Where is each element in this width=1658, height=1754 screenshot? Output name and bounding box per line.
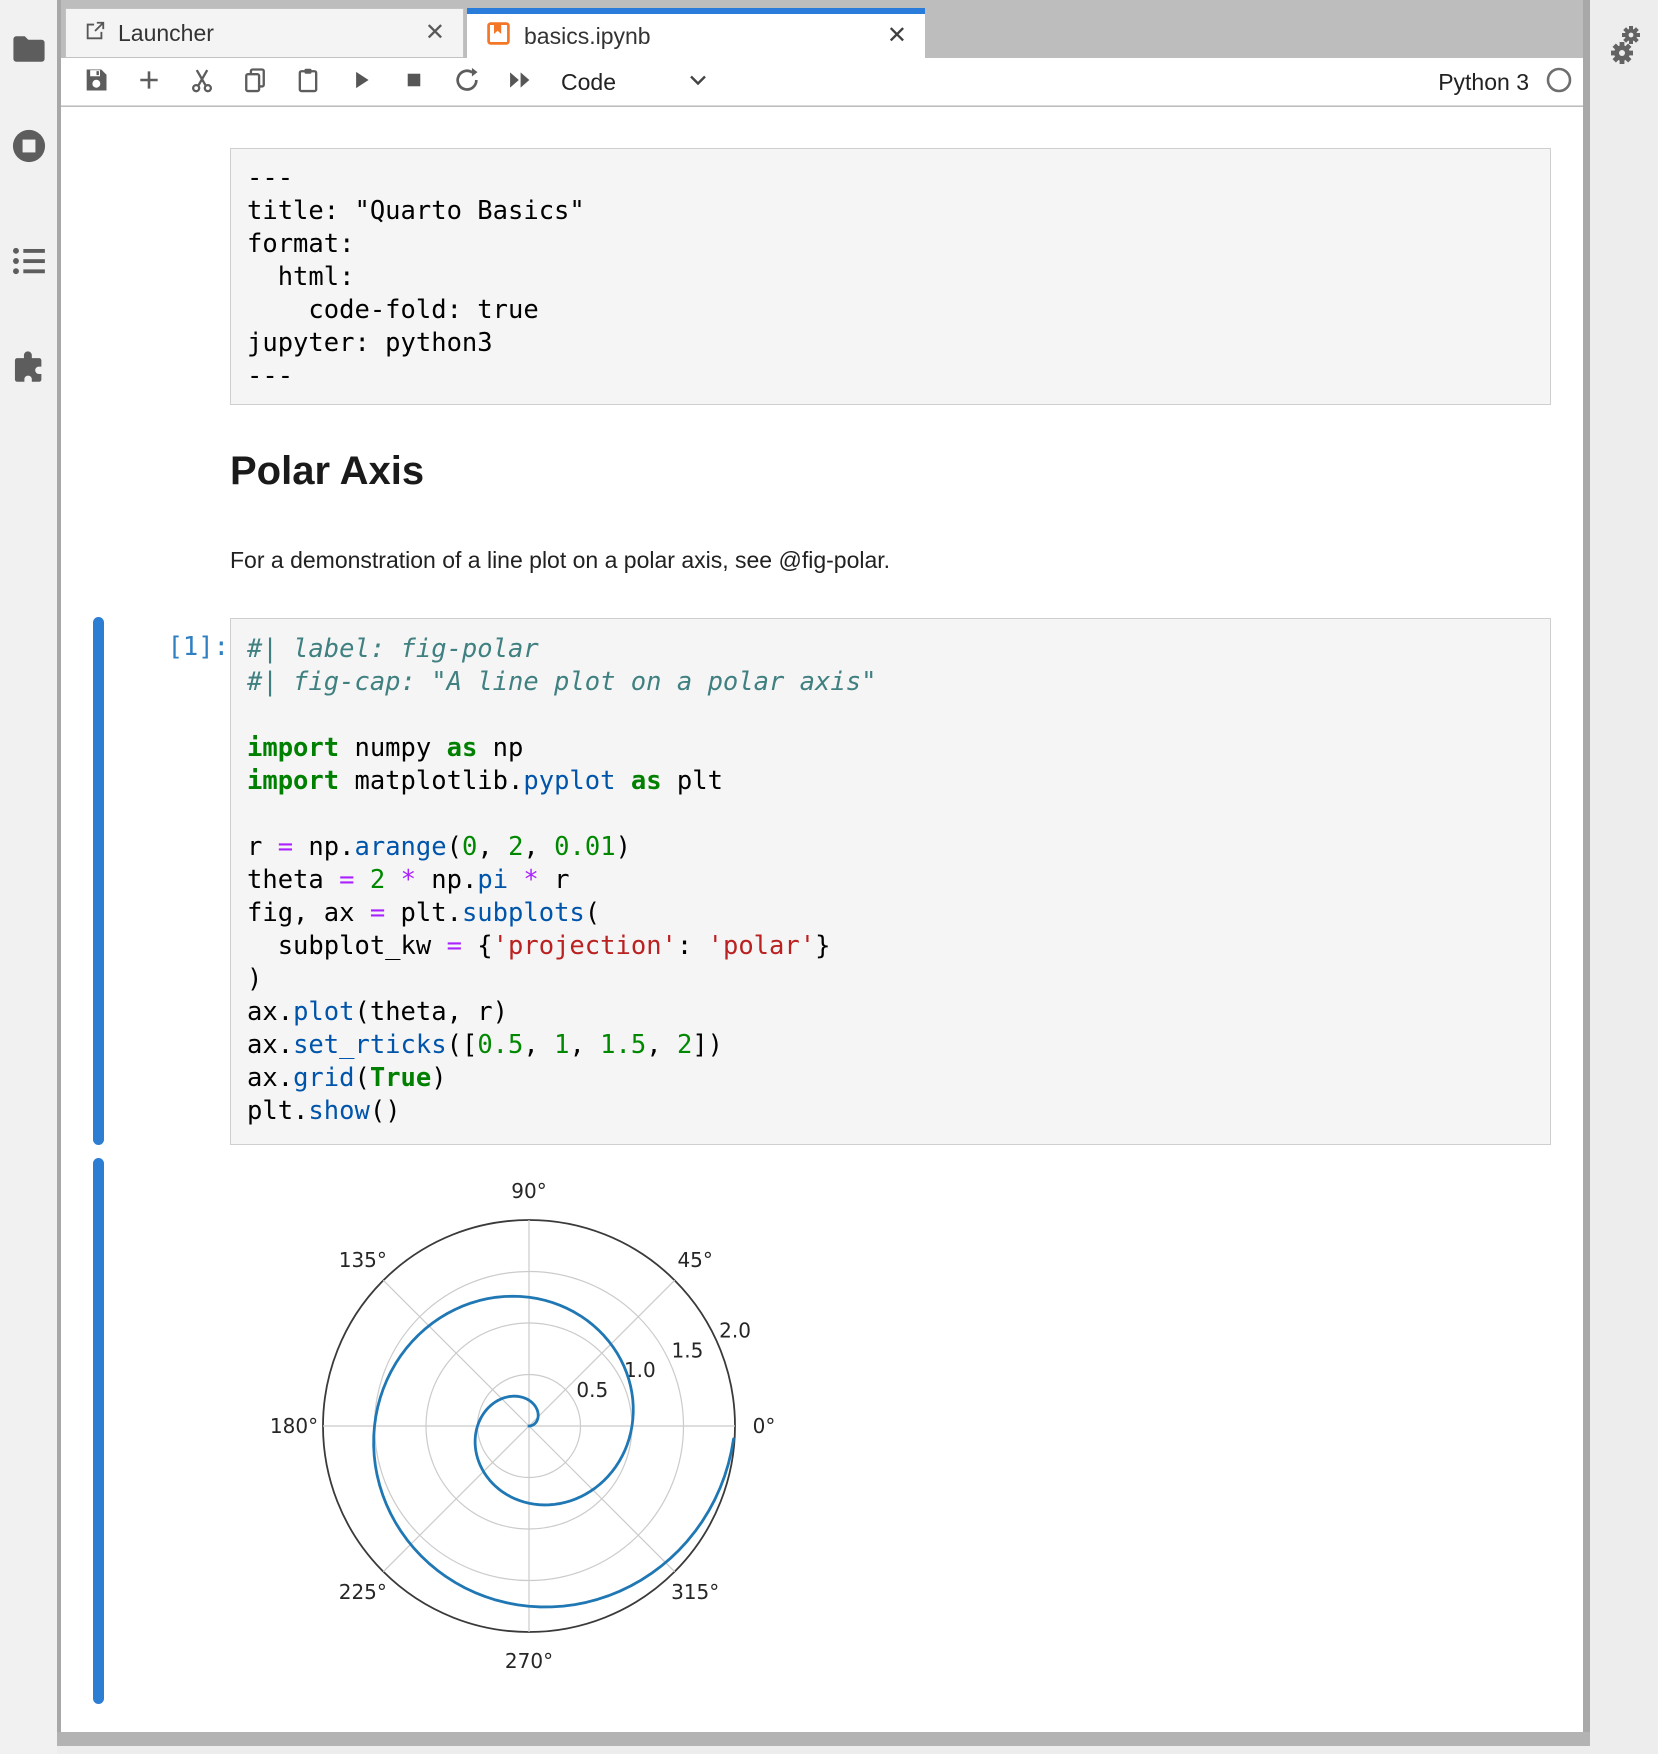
paste-icon [294, 66, 322, 99]
window-border-bottom [57, 1732, 1590, 1746]
add-cell-icon [136, 67, 162, 98]
svg-text:180°: 180° [270, 1414, 318, 1438]
raw-cell-line: code-fold: true [247, 294, 1534, 327]
code-line [247, 699, 1534, 732]
run-all-icon [506, 66, 534, 99]
tab-basics-close-icon[interactable]: ✕ [887, 24, 907, 48]
svg-text:225°: 225° [339, 1580, 387, 1604]
run-all-button[interactable] [493, 58, 546, 106]
jupyterlab-window: Launcher ✕ basics.ipynb ✕ [0, 0, 1658, 1754]
kernel-name[interactable]: Python 3 [1438, 69, 1529, 96]
code-line: #| fig-cap: "A line plot on a polar axis… [247, 666, 1534, 699]
tab-basics-label: basics.ipynb [524, 23, 651, 50]
kernel-area: Python 3 [1438, 58, 1573, 106]
sidebar-item-table-of-contents[interactable] [0, 246, 57, 290]
run-cell-button[interactable] [334, 58, 387, 106]
tab-basics-ipynb[interactable]: basics.ipynb ✕ [467, 8, 925, 58]
chevron-down-icon [616, 73, 708, 92]
right-side-panel [1590, 0, 1658, 1754]
stop-circle-icon [11, 128, 47, 172]
svg-text:135°: 135° [339, 1248, 387, 1272]
raw-cell-line: format: [247, 228, 1534, 261]
sidebar-item-file-browser[interactable] [0, 34, 57, 78]
code-line: fig, ax = plt.subplots( [247, 897, 1534, 930]
svg-text:0°: 0° [753, 1414, 776, 1438]
toc-list-icon [12, 246, 46, 290]
svg-text:45°: 45° [677, 1248, 712, 1272]
code-line [247, 798, 1534, 831]
run-icon [348, 67, 374, 98]
code-line: ax.plot(theta, r) [247, 996, 1534, 1029]
stop-icon [401, 67, 427, 98]
tab-bar: Launcher ✕ basics.ipynb ✕ [61, 8, 1583, 58]
code-line: #| label: fig-polar [247, 633, 1534, 666]
svg-text:2.0: 2.0 [719, 1319, 751, 1343]
code-line: ax.set_rticks([0.5, 1, 1.5, 2]) [247, 1029, 1534, 1062]
cell-collapser-output[interactable] [93, 1158, 104, 1704]
code-line: import numpy as np [247, 732, 1534, 765]
raw-cell-line: jupyter: python3 [247, 327, 1534, 360]
code-cell-input[interactable]: #| label: fig-polar#| fig-cap: "A line p… [230, 618, 1551, 1145]
copy-cells-button[interactable] [228, 58, 281, 106]
save-button[interactable] [69, 58, 122, 106]
cut-icon [188, 66, 216, 99]
restart-icon [453, 66, 481, 99]
notebook-toolbar: Code Python 3 [61, 58, 1583, 106]
add-cell-button[interactable] [122, 58, 175, 106]
execution-count-prompt: [1]: [101, 632, 229, 662]
folder-icon [12, 34, 46, 78]
raw-cell-yaml[interactable]: ---title: "Quarto Basics"format: html: c… [230, 148, 1551, 405]
cut-cells-button[interactable] [175, 58, 228, 106]
restart-kernel-button[interactable] [440, 58, 493, 106]
sidebar-item-running-kernels[interactable] [0, 128, 57, 172]
raw-cell-line: --- [247, 360, 1534, 393]
cell-type-dropdown[interactable]: Code [561, 58, 761, 106]
paste-cells-button[interactable] [281, 58, 334, 106]
markdown-paragraph[interactable]: For a demonstration of a line plot on a … [230, 547, 890, 574]
launcher-icon [84, 20, 106, 47]
svg-text:1.5: 1.5 [672, 1338, 704, 1362]
polar-plot-output: 0°45°90°135°180°225°270°315°0.51.01.52.0 [250, 1160, 820, 1690]
kernel-status-icon[interactable] [1545, 66, 1573, 99]
notebook-icon [485, 20, 512, 52]
code-line: theta = 2 * np.pi * r [247, 864, 1534, 897]
tab-launcher-close-icon[interactable]: ✕ [425, 21, 445, 45]
gears-icon[interactable] [1606, 24, 1648, 73]
toolbar-buttons [69, 58, 546, 106]
svg-text:90°: 90° [511, 1179, 546, 1203]
code-line: subplot_kw = {'projection': 'polar'} [247, 930, 1534, 963]
svg-text:0.5: 0.5 [576, 1378, 608, 1402]
cell-collapser-input[interactable] [93, 617, 104, 1145]
sidebar-item-extensions[interactable] [0, 348, 57, 392]
code-line: plt.show() [247, 1095, 1534, 1128]
code-line: r = np.arange(0, 2, 0.01) [247, 831, 1534, 864]
interrupt-kernel-button[interactable] [387, 58, 440, 106]
markdown-heading[interactable]: Polar Axis [230, 449, 424, 494]
window-border-right [1583, 0, 1590, 1746]
activity-bar [0, 0, 57, 1754]
svg-text:270°: 270° [505, 1649, 553, 1673]
raw-cell-line: --- [247, 162, 1534, 195]
cell-type-value: Code [561, 69, 616, 96]
save-icon [82, 66, 110, 99]
tab-launcher-label: Launcher [118, 20, 214, 47]
tab-launcher[interactable]: Launcher ✕ [65, 8, 464, 58]
code-line: ax.grid(True) [247, 1062, 1534, 1095]
copy-icon [241, 66, 269, 99]
code-line: ) [247, 963, 1534, 996]
svg-text:315°: 315° [671, 1580, 719, 1604]
raw-cell-line: title: "Quarto Basics" [247, 195, 1534, 228]
notebook-content: ---title: "Quarto Basics"format: html: c… [61, 107, 1583, 1732]
code-line: import matplotlib.pyplot as plt [247, 765, 1534, 798]
puzzle-icon [11, 348, 47, 392]
main-dock-panel: Launcher ✕ basics.ipynb ✕ [61, 0, 1583, 1732]
raw-cell-line: html: [247, 261, 1534, 294]
